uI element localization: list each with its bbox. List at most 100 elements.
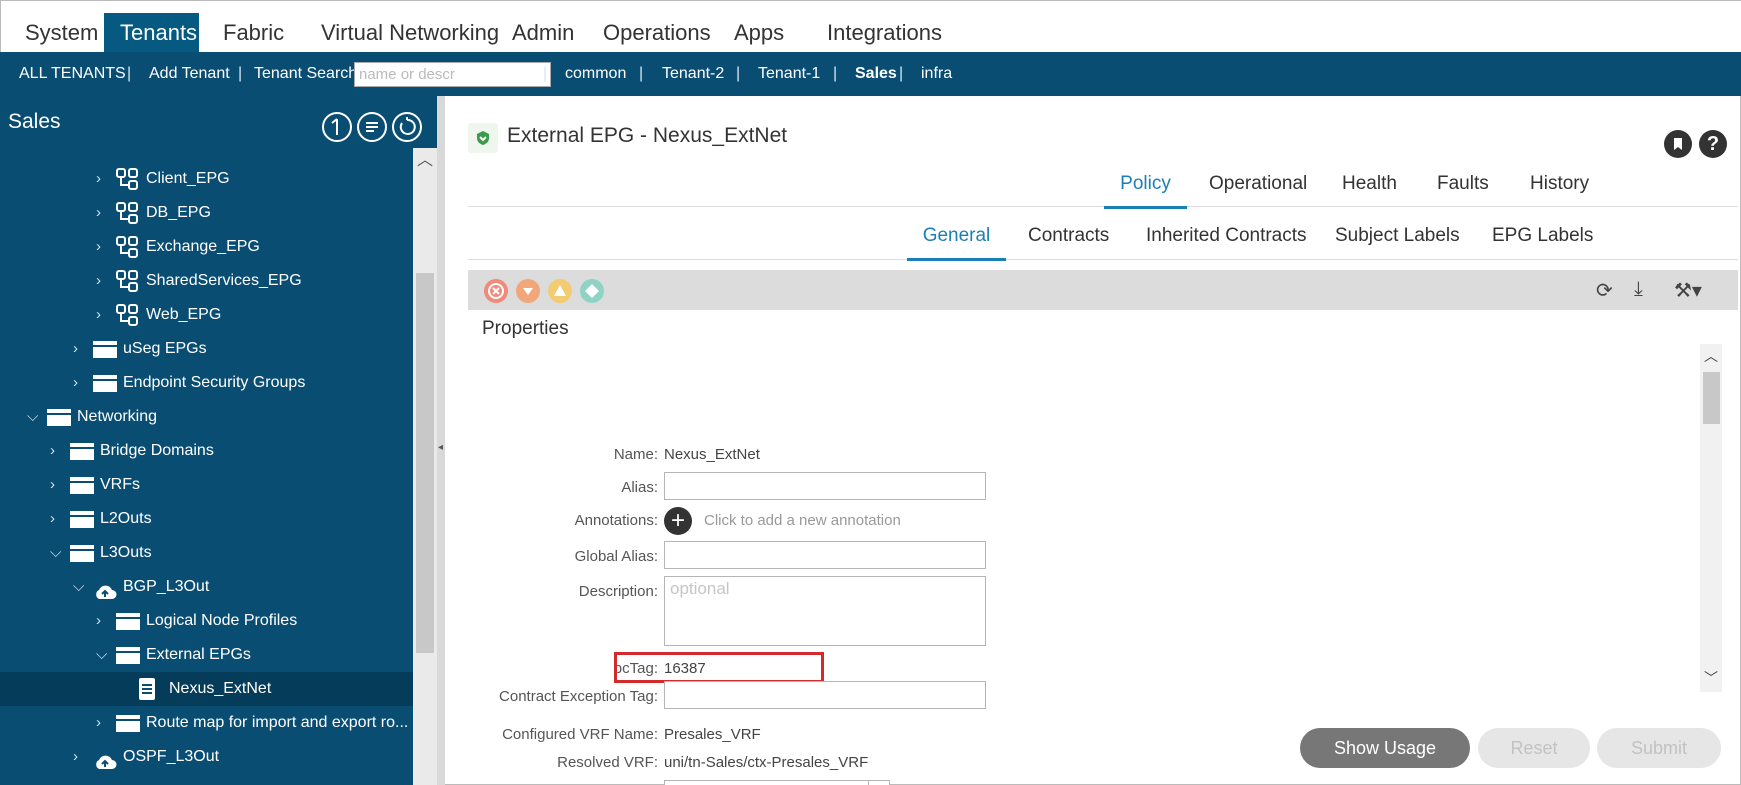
subtab-contracts[interactable]: Contracts (1028, 214, 1109, 258)
global-alias-input[interactable] (664, 541, 986, 569)
tree-item[interactable]: › Endpoint Security Groups (0, 366, 413, 400)
epg-icon (116, 168, 138, 190)
all-tenants-link[interactable]: ALL TENANTS (19, 52, 126, 96)
critical-fault-icon[interactable] (484, 279, 508, 303)
tab-faults[interactable]: Faults (1437, 162, 1489, 206)
chevron-right-icon[interactable]: › (96, 162, 101, 196)
top-navigation: System Tenants Fabric Virtual Networking… (0, 0, 1741, 53)
pctag-highlight-box (614, 652, 824, 683)
tree-item-label: VRFs (100, 476, 140, 493)
nav-tab-system[interactable]: System (21, 13, 102, 53)
tree-item[interactable]: › Bridge Domains (0, 434, 413, 468)
nav-tab-admin[interactable]: Admin (508, 13, 578, 53)
subtab-general[interactable]: General (907, 214, 1006, 261)
tree-item[interactable]: › OSPF_L3Out (0, 740, 413, 774)
clipped-select-arrow[interactable] (868, 780, 890, 785)
configured-vrf-label: Configured VRF Name: (502, 726, 658, 743)
tenant-link-tenant-1[interactable]: Tenant-1 (758, 52, 820, 96)
tenant-link-sales[interactable]: Sales (855, 52, 897, 96)
chevron-right-icon[interactable]: › (50, 468, 55, 502)
nav-tab-apps[interactable]: Apps (730, 13, 788, 53)
clipped-select[interactable] (664, 780, 869, 785)
tab-operational[interactable]: Operational (1209, 162, 1307, 206)
description-textarea[interactable]: optional (664, 576, 986, 646)
subtab-epg-labels[interactable]: EPG Labels (1492, 214, 1593, 258)
tenant-link-tenant-2[interactable]: Tenant-2 (662, 52, 724, 96)
chevron-down-icon[interactable]: ⌵ (50, 536, 61, 570)
resolved-vrf-value: uni/tn-Sales/ctx-Presales_VRF (664, 754, 869, 771)
chevron-right-icon[interactable]: › (73, 366, 78, 400)
sidebar-scrollbar[interactable]: ︿ (413, 148, 437, 785)
contract-exception-tag-input[interactable] (664, 681, 986, 709)
tab-health[interactable]: Health (1342, 162, 1397, 206)
submit-button[interactable]: Submit (1597, 728, 1721, 768)
chevron-right-icon[interactable]: › (73, 740, 78, 774)
folder-icon (70, 545, 94, 562)
tree-item[interactable]: Nexus_ExtNet (0, 672, 413, 706)
scrollbar-thumb[interactable] (1703, 372, 1720, 424)
bookmark-button[interactable] (1664, 130, 1692, 158)
refresh-icon[interactable]: ⟳ (1596, 278, 1613, 303)
nav-tab-operations[interactable]: Operations (599, 13, 715, 53)
download-icon[interactable]: ⤓ (1634, 278, 1643, 301)
subtab-subject-labels[interactable]: Subject Labels (1335, 214, 1460, 258)
chevron-right-icon[interactable]: › (96, 196, 101, 230)
chevron-down-icon[interactable]: ⌵ (73, 570, 84, 604)
add-tenant-link[interactable]: Add Tenant (149, 52, 230, 96)
add-annotation-button[interactable]: + (664, 507, 692, 535)
scroll-up-arrow[interactable]: ︿ (413, 148, 437, 174)
form-scrollbar[interactable]: ︿ ﹀ (1700, 344, 1722, 692)
folder-icon (116, 647, 140, 664)
tree-item[interactable]: › DB_EPG (0, 196, 413, 230)
tenant-link-common[interactable]: common (565, 52, 626, 96)
tree-item[interactable]: › Logical Node Profiles (0, 604, 413, 638)
chevron-right-icon[interactable]: › (96, 264, 101, 298)
tree-item-label: Web_EPG (146, 306, 222, 323)
tree-item[interactable]: › L2Outs (0, 502, 413, 536)
scrollbar-thumb[interactable] (416, 273, 434, 653)
external-epg-icon (468, 123, 498, 153)
help-button[interactable]: ? (1699, 130, 1727, 158)
chevron-right-icon[interactable]: › (96, 298, 101, 332)
tree-item[interactable]: › Client_EPG (0, 162, 413, 196)
minor-fault-icon[interactable] (548, 279, 572, 303)
tree-item[interactable]: › Web_EPG (0, 298, 413, 332)
tenant-link-infra[interactable]: infra (921, 52, 952, 96)
nav-tab-virtual-networking[interactable]: Virtual Networking (317, 13, 503, 53)
tab-history[interactable]: History (1530, 162, 1589, 206)
chevron-right-icon[interactable]: › (50, 434, 55, 468)
tree-item[interactable]: ⌵ External EPGs (0, 638, 413, 672)
tree-item[interactable]: › VRFs (0, 468, 413, 502)
tree-item[interactable]: ⌵ BGP_L3Out (0, 570, 413, 604)
scroll-up-icon[interactable]: ︿ (1700, 346, 1722, 366)
tree-item[interactable]: ⌵ Networking (0, 400, 413, 434)
major-fault-icon[interactable] (516, 279, 540, 303)
tree-item-label: Bridge Domains (100, 442, 214, 459)
subtab-inherited-contracts[interactable]: Inherited Contracts (1146, 214, 1307, 258)
alias-input[interactable] (664, 472, 986, 500)
chevron-right-icon[interactable]: › (96, 230, 101, 264)
tree-item[interactable]: › SharedServices_EPG (0, 264, 413, 298)
nav-tab-tenants[interactable]: Tenants (104, 13, 199, 53)
tree-item[interactable]: ⌵ L3Outs (0, 536, 413, 570)
tree-item[interactable]: › uSeg EPGs (0, 332, 413, 366)
nav-tab-integrations[interactable]: Integrations (823, 13, 946, 53)
chevron-right-icon[interactable]: › (73, 332, 78, 366)
chevron-right-icon[interactable]: › (96, 604, 101, 638)
chevron-down-icon[interactable]: ⌵ (96, 638, 107, 672)
chevron-right-icon[interactable]: › (50, 502, 55, 536)
chevron-down-icon[interactable]: ⌵ (27, 400, 38, 434)
tools-icon[interactable]: ⚒▾ (1674, 278, 1702, 303)
show-usage-button[interactable]: Show Usage (1300, 728, 1470, 768)
nav-tab-fabric[interactable]: Fabric (219, 13, 288, 53)
chevron-right-icon[interactable]: › (96, 706, 101, 740)
tab-policy[interactable]: Policy (1104, 162, 1187, 209)
reset-button[interactable]: Reset (1478, 728, 1590, 768)
tree-item[interactable]: › Exchange_EPG (0, 230, 413, 264)
pane-splitter[interactable]: ◂ (437, 96, 445, 785)
tree-item[interactable]: › Route map for import and export ro... (0, 706, 413, 740)
warning-fault-icon[interactable] (580, 279, 604, 303)
tenant-search-input[interactable] (354, 62, 551, 87)
add-annotation-hint[interactable]: Click to add a new annotation (704, 512, 901, 529)
scroll-down-icon[interactable]: ﹀ (1700, 668, 1722, 688)
